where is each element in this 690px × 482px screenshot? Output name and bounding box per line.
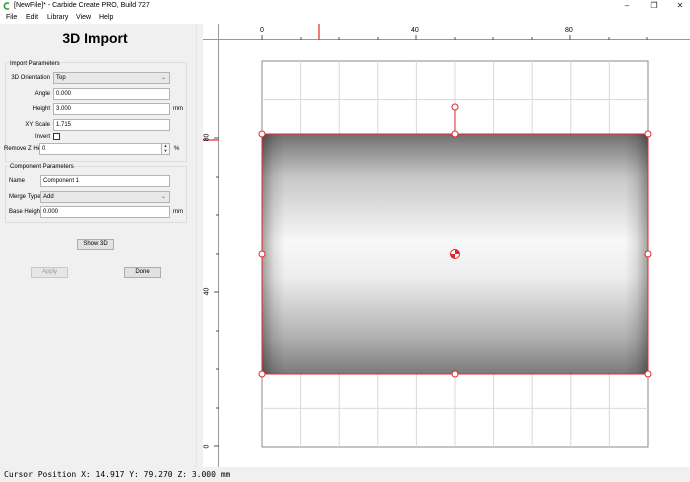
close-icon[interactable]: ✕ — [673, 1, 687, 11]
menu-bar: File Edit Library View Help — [0, 13, 690, 24]
component-parameters-label: Component Parameters — [10, 164, 74, 170]
minimize-icon[interactable]: – — [620, 1, 634, 11]
base-height-unit: mm — [173, 209, 183, 215]
panel-title: 3D Import — [62, 30, 128, 46]
show-3d-button[interactable]: Show 3D — [77, 239, 114, 250]
top-ruler: 0 40 80 — [203, 24, 690, 40]
resize-handle-left — [258, 250, 266, 258]
app-logo-icon — [3, 2, 10, 10]
height-field[interactable]: 3.000 — [53, 103, 170, 115]
resize-handle-bottom-right — [644, 370, 652, 378]
resize-handle-top — [451, 130, 459, 138]
status-bar: Cursor Position X: 14.917 Y: 79.270 Z: 3… — [0, 467, 690, 482]
ruler-left-label: 0 — [203, 444, 211, 449]
orientation-select[interactable]: Top ⌄ — [53, 72, 170, 84]
base-height-label: Base Height — [9, 209, 42, 215]
angle-label: Angle — [34, 91, 50, 97]
name-label: Name — [9, 178, 26, 184]
menu-library[interactable]: Library — [47, 14, 68, 21]
remove-z-spinner[interactable]: ▲ ▼ — [161, 144, 169, 154]
ruler-corner — [203, 24, 219, 40]
xy-scale-field[interactable]: 1.715 — [53, 119, 170, 131]
chevron-down-icon: ⌄ — [160, 75, 166, 81]
menu-file[interactable]: File — [6, 14, 17, 21]
resize-handle-top-left — [258, 130, 266, 138]
center-marker-icon[interactable] — [450, 249, 460, 259]
rotate-handle — [451, 103, 459, 111]
ruler-top-label: 80 — [565, 27, 573, 34]
chevron-down-icon: ⌄ — [160, 194, 166, 200]
left-ruler: 80 40 0 — [203, 40, 219, 467]
done-button[interactable]: Done — [124, 267, 161, 278]
resize-handle-right — [644, 250, 652, 258]
import-panel: 3D Import Import Parameters 3D Orientati… — [0, 24, 196, 467]
merge-type-label: Merge Type — [9, 194, 41, 200]
panel-splitter[interactable] — [196, 24, 203, 467]
ruler-top-label: 40 — [411, 27, 419, 34]
merge-type-select[interactable]: Add ⌄ — [40, 191, 170, 203]
import-parameters-label: Import Parameters — [10, 61, 60, 67]
orientation-label: 3D Orientation — [11, 75, 50, 81]
menu-help[interactable]: Help — [99, 14, 113, 21]
xy-scale-label: XY Scale — [25, 122, 50, 128]
resize-handle-bottom-left — [258, 370, 266, 378]
invert-checkbox[interactable] — [53, 133, 60, 140]
canvas-view[interactable] — [219, 40, 690, 467]
height-unit: mm — [173, 106, 183, 112]
menu-view[interactable]: View — [76, 14, 91, 21]
window-title: [NewFile]* - Carbide Create PRO, Build 7… — [14, 2, 150, 9]
ruler-left-label: 40 — [203, 287, 211, 296]
component-name-field[interactable]: Component 1 — [40, 175, 170, 187]
menu-edit[interactable]: Edit — [26, 14, 38, 21]
spin-down-icon[interactable]: ▼ — [162, 148, 169, 153]
invert-label: Invert — [34, 134, 50, 140]
maximize-icon[interactable]: ❐ — [647, 1, 661, 11]
remove-z-unit: % — [174, 146, 180, 152]
remove-z-field[interactable]: 0 ▲ ▼ — [39, 143, 170, 155]
apply-button[interactable]: Apply — [31, 267, 68, 278]
resize-handle-top-right — [644, 130, 652, 138]
resize-handle-bottom — [451, 370, 459, 378]
base-height-field[interactable]: 0.000 — [40, 206, 170, 218]
angle-field[interactable]: 0.000 — [53, 88, 170, 100]
cursor-position: Cursor Position X: 14.917 Y: 79.270 Z: 3… — [4, 470, 231, 479]
height-label: Height — [32, 106, 50, 112]
ruler-left-label: 80 — [203, 133, 211, 142]
title-bar: [NewFile]* - Carbide Create PRO, Build 7… — [0, 0, 690, 13]
ruler-top-label: 0 — [260, 27, 264, 34]
